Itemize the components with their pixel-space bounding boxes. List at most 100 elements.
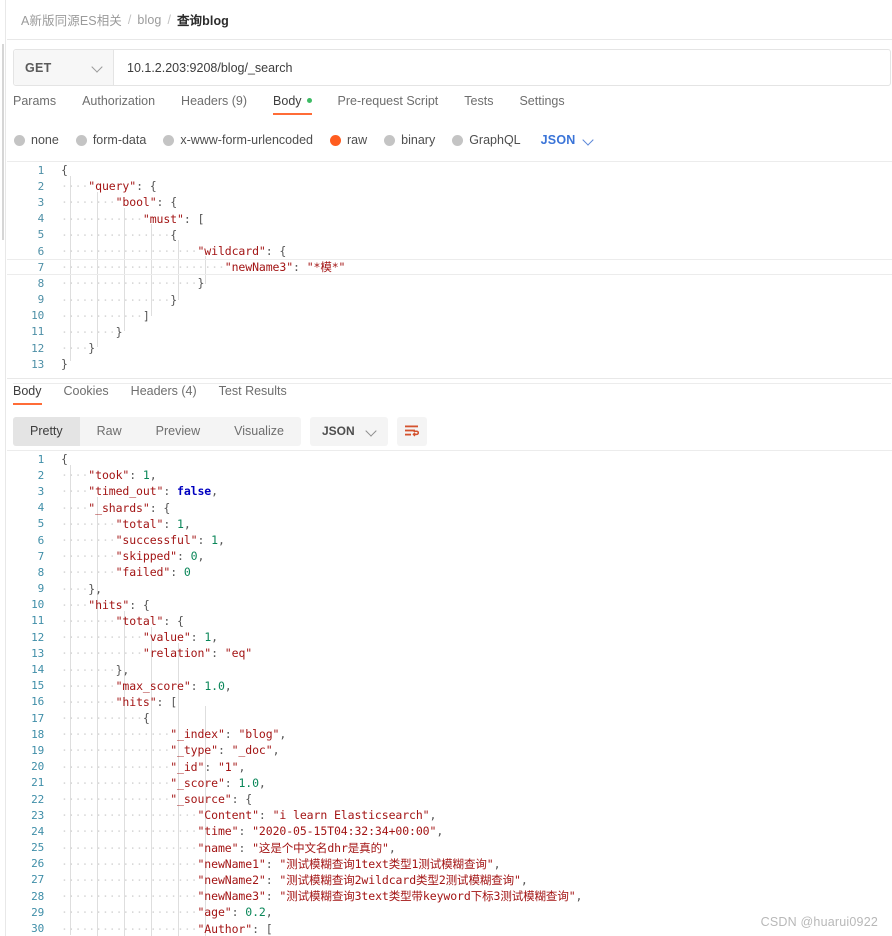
code-line[interactable]: 4 ····"_shards": { bbox=[7, 500, 892, 516]
request-tab-headers-9[interactable]: Headers (9) bbox=[181, 94, 247, 115]
code-line[interactable]: 12 ············"value": 1, bbox=[7, 629, 892, 645]
code-line[interactable]: 16 ········"hits": [ bbox=[7, 694, 892, 710]
response-body-editor[interactable]: 1{2 ····"took": 1, 3 ····"timed_out": false… bbox=[7, 450, 892, 936]
request-tab-tests[interactable]: Tests bbox=[464, 94, 493, 115]
code-line[interactable]: 2 ····"query": { bbox=[7, 178, 892, 194]
code-line[interactable]: 14 ········}, bbox=[7, 661, 892, 677]
code-line[interactable]: 3 ····"timed_out": false, bbox=[7, 483, 892, 499]
response-tab-headers-4[interactable]: Headers (4) bbox=[131, 384, 197, 405]
radio-dot-icon bbox=[330, 134, 341, 146]
body-type-radio-graphql[interactable]: GraphQL bbox=[452, 133, 521, 147]
code-line[interactable]: 25 ····················"name": "这是个中文名dhr… bbox=[7, 840, 892, 856]
code-line[interactable]: 26 ····················"newName1": "测试模糊查… bbox=[7, 856, 892, 872]
breadcrumb-item-request[interactable]: 查询blog bbox=[177, 10, 229, 29]
code-line[interactable]: 18 ················"_index": "blog", bbox=[7, 726, 892, 742]
line-number: 19 bbox=[31, 743, 44, 757]
response-view-pretty[interactable]: Pretty bbox=[13, 416, 80, 446]
code-line[interactable]: 29 ····················"age": 0.2, bbox=[7, 904, 892, 920]
line-number: 23 bbox=[31, 808, 44, 822]
code-line[interactable]: 24 ····················"time": "2020-05-1… bbox=[7, 823, 892, 839]
body-type-label: GraphQL bbox=[469, 133, 521, 147]
code-line[interactable]: 6 ····················"wildcard": { bbox=[7, 243, 892, 259]
code-line[interactable]: 1{ bbox=[7, 451, 892, 467]
code-line[interactable]: 28 ····················"newName3": "测试模糊查… bbox=[7, 888, 892, 904]
breadcrumb-item-collection[interactable]: A新版同源ES相关 bbox=[21, 10, 122, 29]
code-line[interactable]: 10 ····"hits": { bbox=[7, 597, 892, 613]
request-tab-label: Tests bbox=[464, 94, 494, 108]
code-line[interactable]: 8 ········"failed": 0 bbox=[7, 564, 892, 580]
body-type-radio-binary[interactable]: binary bbox=[384, 133, 435, 147]
line-number: 1 bbox=[37, 163, 45, 177]
code-text: { bbox=[61, 452, 68, 467]
code-line[interactable]: 10 ············] bbox=[7, 308, 892, 324]
code-line[interactable]: 9 ················} bbox=[7, 292, 892, 308]
body-type-label: binary bbox=[401, 133, 436, 147]
code-line[interactable]: 8 ····················} bbox=[7, 275, 892, 291]
code-line[interactable]: 15 ········"max_score": 1.0, bbox=[7, 678, 892, 694]
response-tab-cookies[interactable]: Cookies bbox=[64, 384, 109, 405]
response-view-preview[interactable]: Preview bbox=[139, 417, 217, 446]
response-tab-test-results[interactable]: Test Results bbox=[219, 384, 287, 405]
code-line[interactable]: 1{ bbox=[7, 162, 892, 178]
code-line[interactable]: 13 ············"relation": "eq" bbox=[7, 645, 892, 661]
code-line[interactable]: 23 ····················"Content": "i lear… bbox=[7, 807, 892, 823]
response-view-raw[interactable]: Raw bbox=[80, 417, 139, 446]
code-text: ········"skipped": 0, bbox=[61, 549, 205, 564]
code-line[interactable]: 9 ····}, bbox=[7, 581, 892, 597]
code-line[interactable]: 17 ············{ bbox=[7, 710, 892, 726]
url-input[interactable]: 10.1.2.203:9208/blog/_search bbox=[114, 50, 890, 85]
request-tab-pre-request-script[interactable]: Pre-request Script bbox=[338, 94, 439, 115]
request-url-bar: GET 10.1.2.203:9208/blog/_search bbox=[13, 49, 891, 86]
code-line[interactable]: 2 ····"took": 1, bbox=[7, 467, 892, 483]
body-type-options: none form-data x-www-form-urlencoded raw bin… bbox=[14, 129, 892, 151]
line-number: 10 bbox=[31, 598, 44, 612]
code-line[interactable]: 27 ····················"newName2": "测试模糊查… bbox=[7, 872, 892, 888]
body-type-radio-none[interactable]: none bbox=[14, 133, 59, 147]
body-type-radio-raw[interactable]: raw bbox=[330, 133, 367, 147]
body-type-label: form-data bbox=[92, 133, 147, 147]
code-line[interactable]: 12 ····} bbox=[7, 340, 892, 356]
code-line[interactable]: 19 ················"_type": "_doc", bbox=[7, 742, 892, 758]
code-text: ········"bool": { bbox=[61, 195, 178, 210]
code-line[interactable]: 11 ········} bbox=[7, 324, 892, 340]
response-view-label: Visualize bbox=[234, 424, 284, 438]
response-format-select[interactable]: JSON bbox=[309, 416, 388, 446]
response-view-visualize[interactable]: Visualize bbox=[217, 417, 301, 446]
radio-dot-icon bbox=[384, 134, 396, 146]
code-line[interactable]: 7 ········"skipped": 0, bbox=[7, 548, 892, 564]
code-line[interactable]: 5 ········"total": 1, bbox=[7, 516, 892, 532]
code-line[interactable]: 22 ················"_source": { bbox=[7, 791, 892, 807]
request-tab-params[interactable]: Params bbox=[13, 94, 56, 115]
request-body-editor[interactable]: 1{2 ····"query": {3 ········"bool": {4 ····… bbox=[7, 161, 892, 374]
wrap-lines-button[interactable] bbox=[396, 416, 427, 446]
code-line[interactable]: 13} bbox=[7, 356, 892, 372]
code-line[interactable]: 7 ························"newName3": "*模… bbox=[7, 259, 892, 276]
code-line[interactable]: 11 ········"total": { bbox=[7, 613, 892, 629]
code-line[interactable]: 3 ········"bool": { bbox=[7, 194, 892, 210]
request-tab-authorization[interactable]: Authorization bbox=[82, 94, 155, 115]
body-type-radio-form-data[interactable]: form-data bbox=[75, 133, 147, 147]
code-line[interactable]: 20 ················"_id": "1", bbox=[7, 759, 892, 775]
code-line[interactable]: 30 ····················"Author": [ bbox=[7, 920, 892, 936]
code-line[interactable]: 4 ············"must": [ bbox=[7, 211, 892, 227]
code-text: ········"successful": 1, bbox=[61, 533, 225, 548]
code-text: ················} bbox=[61, 292, 178, 307]
left-rail-indicator bbox=[2, 44, 4, 240]
left-rail bbox=[0, 0, 6, 936]
code-text: ········"hits": [ bbox=[61, 694, 178, 709]
response-tab-label: Headers (4) bbox=[130, 384, 197, 398]
code-text: ················"_type": "_doc", bbox=[61, 743, 280, 758]
line-number: 25 bbox=[31, 841, 44, 855]
code-line[interactable]: 21 ················"_score": 1.0, bbox=[7, 775, 892, 791]
request-tab-settings[interactable]: Settings bbox=[519, 94, 564, 115]
request-tab-body[interactable]: Body bbox=[273, 94, 312, 115]
code-line[interactable]: 5 ················{ bbox=[7, 227, 892, 243]
http-method-select[interactable]: GET bbox=[14, 50, 114, 85]
response-tab-body[interactable]: Body bbox=[13, 384, 42, 405]
code-line[interactable]: 6 ········"successful": 1, bbox=[7, 532, 892, 548]
raw-format-select[interactable]: JSON bbox=[541, 133, 594, 147]
line-number: 30 bbox=[31, 922, 44, 936]
body-type-radio-x-www-form-urlencoded[interactable]: x-www-form-urlencoded bbox=[163, 133, 313, 147]
breadcrumb-item-folder[interactable]: blog bbox=[137, 13, 161, 27]
line-number: 7 bbox=[37, 260, 45, 274]
